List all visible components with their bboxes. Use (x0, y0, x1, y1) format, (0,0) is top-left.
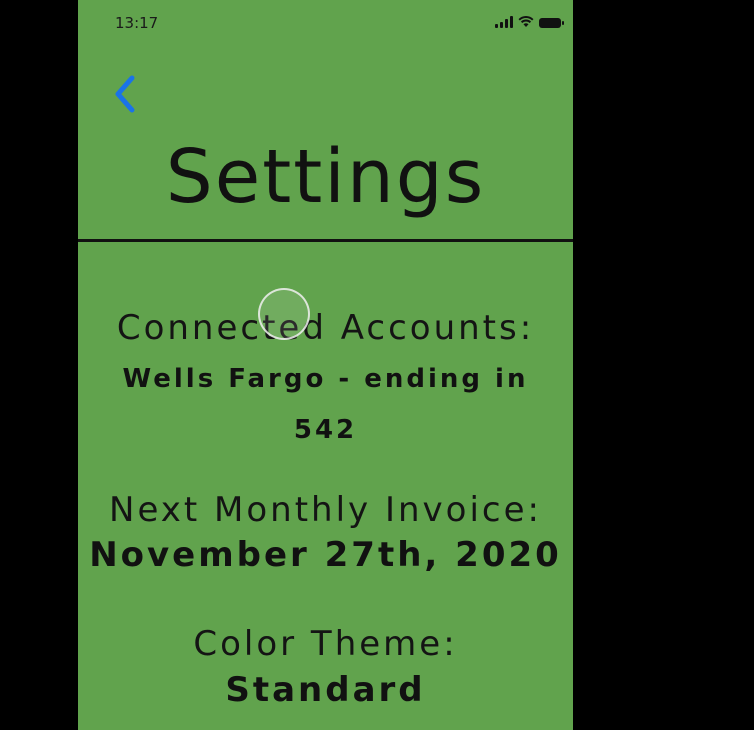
settings-screen: 13:17 Settings Connected Accounts: Wells… (78, 0, 573, 730)
chevron-left-icon (115, 75, 135, 113)
next-invoice-label: Next Monthly Invoice: (109, 490, 542, 530)
page-title: Settings (165, 134, 486, 220)
connected-accounts-label: Connected Accounts: (116, 308, 535, 348)
battery-icon (539, 18, 564, 28)
color-theme-label: Color Theme: (193, 624, 458, 664)
connected-account-number: 542 (293, 415, 358, 445)
status-time: 13:17 (115, 14, 159, 32)
header-divider (78, 239, 573, 242)
next-invoice-value: November 27th, 2020 (89, 535, 562, 575)
back-button[interactable] (108, 72, 142, 116)
wifi-icon (518, 16, 534, 27)
connected-account-value: Wells Fargo - ending in (122, 364, 529, 394)
color-theme-value[interactable]: Standard (78, 670, 573, 710)
touch-cursor (258, 288, 310, 340)
status-icons (495, 16, 564, 28)
signal-icon (495, 16, 513, 28)
